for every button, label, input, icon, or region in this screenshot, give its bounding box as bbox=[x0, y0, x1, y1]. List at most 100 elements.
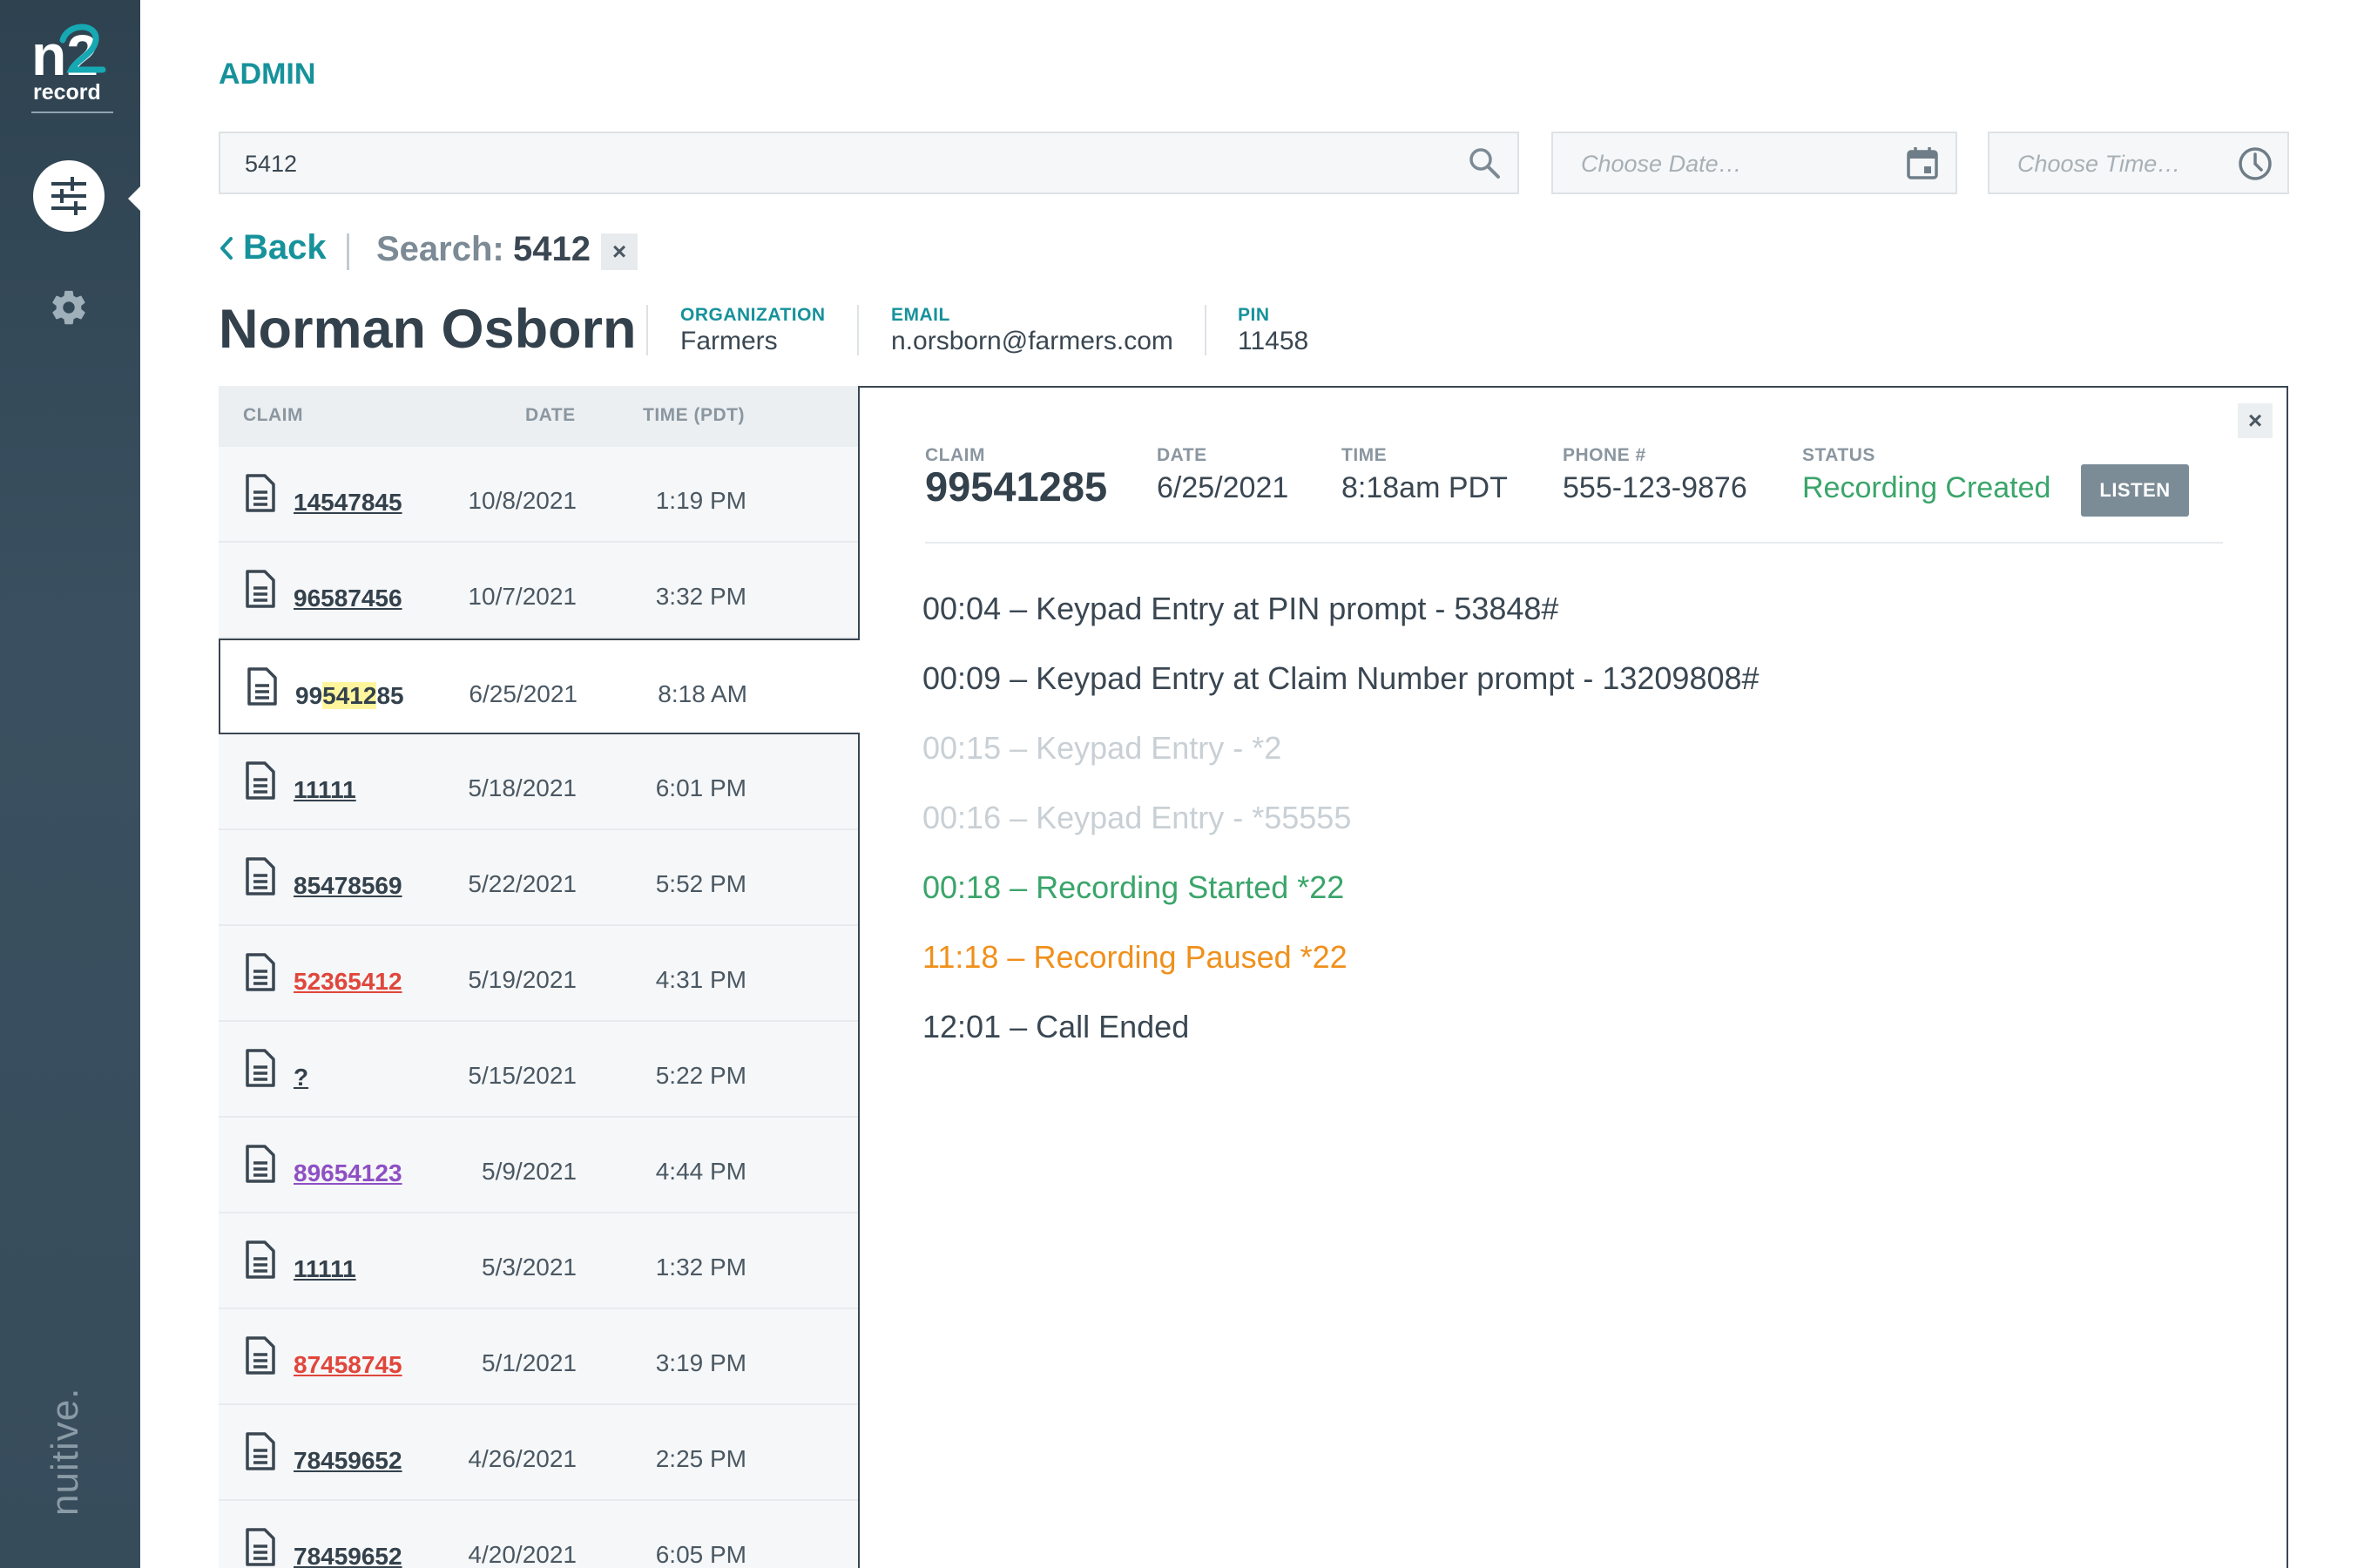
event-item: 00:04 – Keypad Entry at PIN prompt - 538… bbox=[922, 591, 1559, 626]
claim-time: 6:05 PM bbox=[655, 1541, 746, 1568]
claim-time: 6:01 PM bbox=[655, 774, 746, 801]
event-item: 11:18 – Recording Paused *22 bbox=[922, 939, 1348, 975]
document-icon bbox=[245, 1048, 276, 1088]
claim-row[interactable]: 99541285 6/25/2021 8:18 AM bbox=[219, 639, 860, 734]
back-button[interactable]: Back bbox=[219, 228, 327, 267]
claim-time: 5:22 PM bbox=[655, 1062, 746, 1089]
claim-row[interactable]: 89654123 5/9/2021 4:44 PM bbox=[219, 1118, 860, 1213]
claim-link[interactable]: ? bbox=[294, 1064, 308, 1092]
claim-time: 2:25 PM bbox=[655, 1445, 746, 1472]
claim-row[interactable]: 11111 5/3/2021 1:32 PM bbox=[219, 1213, 860, 1309]
detail-phone-label: PHONE # bbox=[1563, 445, 1646, 465]
claim-row[interactable]: ? 5/15/2021 5:22 PM bbox=[219, 1022, 860, 1118]
claim-date: 5/9/2021 bbox=[482, 1158, 577, 1185]
claim-time: 3:32 PM bbox=[655, 583, 746, 610]
active-indicator bbox=[128, 185, 142, 213]
clock-icon[interactable] bbox=[2237, 145, 2273, 182]
pin-label: PIN bbox=[1238, 305, 1270, 325]
claim-link[interactable]: 89654123 bbox=[294, 1159, 402, 1187]
claim-date: 5/1/2021 bbox=[482, 1349, 577, 1376]
event-item: 12:01 – Call Ended bbox=[922, 1009, 1190, 1044]
claim-time: 3:19 PM bbox=[655, 1349, 746, 1376]
claim-link[interactable]: 96587456 bbox=[294, 585, 402, 612]
document-icon bbox=[245, 1527, 276, 1567]
detail-date-value: 6/25/2021 bbox=[1157, 471, 1289, 504]
claim-time: 1:32 PM bbox=[655, 1254, 746, 1281]
email-value: n.orsborn@farmers.com bbox=[891, 327, 1173, 355]
chevron-left-icon bbox=[220, 236, 233, 260]
claim-link[interactable]: 99541285 bbox=[295, 682, 404, 710]
breadcrumb-divider bbox=[347, 233, 349, 270]
claim-link[interactable]: 85478569 bbox=[294, 872, 402, 900]
logo-swirl-icon bbox=[59, 24, 106, 73]
detail-date-label: DATE bbox=[1157, 445, 1207, 465]
claim-row[interactable]: 78459652 4/20/2021 6:05 PM bbox=[219, 1501, 860, 1568]
claim-link[interactable]: 78459652 bbox=[294, 1447, 402, 1475]
claim-row[interactable]: 52365412 5/19/2021 4:31 PM bbox=[219, 926, 860, 1022]
detail-time-value: 8:18am PDT bbox=[1341, 471, 1508, 504]
document-icon bbox=[245, 1431, 276, 1471]
document-icon bbox=[245, 1240, 276, 1280]
claim-date: 5/18/2021 bbox=[468, 774, 577, 801]
close-panel-button[interactable]: × bbox=[2238, 403, 2273, 438]
claim-link[interactable]: 52365412 bbox=[294, 968, 402, 996]
claim-link[interactable]: 14547845 bbox=[294, 489, 402, 517]
search-icon[interactable] bbox=[1467, 145, 1502, 180]
vendor-logo: nuitive. bbox=[44, 1387, 86, 1516]
search-box bbox=[219, 132, 1519, 194]
claim-detail-panel: × CLAIM 99541285 DATE 6/25/2021 TIME 8:1… bbox=[858, 386, 2288, 1568]
claim-time: 1:19 PM bbox=[655, 487, 746, 514]
claim-row[interactable]: 87458745 5/1/2021 3:19 PM bbox=[219, 1309, 860, 1405]
app-logo[interactable]: n2 record bbox=[26, 24, 122, 122]
claim-date: 5/19/2021 bbox=[468, 966, 577, 993]
logo-divider bbox=[31, 112, 113, 113]
clear-search-button[interactable]: × bbox=[601, 233, 638, 270]
detail-time-label: TIME bbox=[1341, 445, 1388, 465]
document-icon bbox=[245, 856, 276, 896]
claim-link[interactable]: 11111 bbox=[294, 776, 356, 804]
search-match-highlight: 5412 bbox=[322, 682, 377, 709]
sidebar-item-filters[interactable] bbox=[33, 160, 105, 232]
claim-link[interactable]: 11111 bbox=[294, 1255, 356, 1283]
search-term: 5412 bbox=[513, 230, 591, 268]
back-label: Back bbox=[243, 228, 327, 267]
date-input[interactable] bbox=[1579, 133, 1844, 194]
detail-status-label: STATUS bbox=[1802, 445, 1875, 465]
claim-list-header: CLAIM DATE TIME (PDT) bbox=[219, 386, 860, 447]
logo-text: record bbox=[33, 80, 101, 105]
claim-time: 4:31 PM bbox=[655, 966, 746, 993]
event-item: 00:09 – Keypad Entry at Claim Number pro… bbox=[922, 660, 1760, 696]
claim-number-prefix: 99 bbox=[295, 682, 323, 709]
page-title: ADMIN bbox=[219, 57, 316, 91]
claim-link[interactable]: 78459652 bbox=[294, 1543, 402, 1568]
date-picker[interactable] bbox=[1551, 132, 1957, 194]
claim-list: CLAIM DATE TIME (PDT) 14547845 10/8/2021 1… bbox=[219, 386, 860, 1568]
column-header-claim[interactable]: CLAIM bbox=[243, 405, 303, 426]
claim-date: 5/15/2021 bbox=[468, 1062, 577, 1089]
detail-phone-value: 555-123-9876 bbox=[1563, 471, 1747, 504]
claim-date: 10/7/2021 bbox=[468, 583, 577, 610]
document-icon bbox=[247, 666, 278, 706]
claim-row[interactable]: 96587456 10/7/2021 3:32 PM bbox=[219, 543, 860, 639]
email-label: EMAIL bbox=[891, 305, 950, 325]
sidebar-item-settings[interactable] bbox=[49, 287, 89, 328]
claim-time: 4:44 PM bbox=[655, 1158, 746, 1185]
claim-date: 5/3/2021 bbox=[482, 1254, 577, 1281]
claim-date: 5/22/2021 bbox=[468, 870, 577, 897]
claim-date: 6/25/2021 bbox=[469, 680, 578, 707]
listen-button[interactable]: LISTEN bbox=[2081, 464, 2189, 517]
claim-row[interactable]: 11111 5/18/2021 6:01 PM bbox=[219, 734, 860, 830]
column-header-time[interactable]: TIME (PDT) bbox=[643, 405, 745, 426]
calendar-icon[interactable] bbox=[1905, 145, 1940, 180]
claim-link[interactable]: 87458745 bbox=[294, 1351, 402, 1379]
claim-row[interactable]: 14547845 10/8/2021 1:19 PM bbox=[219, 447, 860, 543]
user-name: Norman Osborn bbox=[219, 299, 637, 360]
organization-label: ORGANIZATION bbox=[680, 305, 826, 325]
pin-value: 11458 bbox=[1238, 327, 1309, 355]
sliders-icon bbox=[51, 177, 86, 215]
column-header-date[interactable]: DATE bbox=[525, 405, 576, 426]
time-picker[interactable] bbox=[1988, 132, 2289, 194]
claim-row[interactable]: 78459652 4/26/2021 2:25 PM bbox=[219, 1405, 860, 1501]
search-input[interactable] bbox=[243, 133, 1422, 194]
claim-row[interactable]: 85478569 5/22/2021 5:52 PM bbox=[219, 830, 860, 926]
